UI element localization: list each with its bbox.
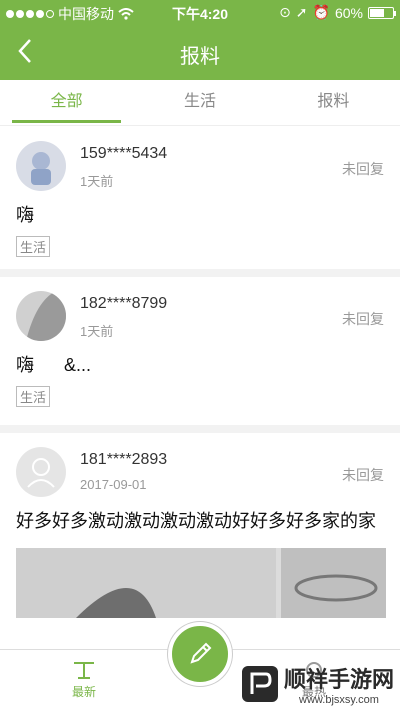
post-card[interactable]: 181****2893 2017-09-01 未回复 好多好多激动激动激动激动好…	[0, 433, 400, 649]
tab-all[interactable]: 全部	[0, 80, 133, 125]
reply-status: 未回复	[342, 311, 384, 327]
reply-status: 未回复	[342, 161, 384, 177]
avatar[interactable]	[16, 291, 66, 341]
post-time: 2017-09-01	[80, 477, 147, 492]
watermark-title: 顺祥手游网	[283, 667, 394, 692]
post-user: 159****5434	[80, 145, 168, 162]
battery-percent: 60%	[334, 4, 363, 21]
user-placeholder-icon	[16, 447, 66, 497]
alarm-icon: ⏰	[312, 4, 330, 20]
post-tag[interactable]: 生活	[16, 235, 51, 257]
tab-report[interactable]: 报料	[267, 80, 400, 125]
watermark: 顺祥手游网 www.bjsxsy.com	[241, 662, 394, 706]
status-right: ⊙ ➚ ⏰ 60%	[279, 4, 396, 21]
tab-latest-label: 最新	[71, 685, 96, 699]
bottom-tab-bar: 最新 最热 顺祥手游网 www.bjsxsy.com	[0, 622, 400, 710]
post-time: 1天前	[80, 324, 114, 339]
post-user: 182****8799	[80, 295, 168, 312]
avatar[interactable]	[16, 141, 66, 191]
pencil-icon	[190, 642, 212, 664]
avatar[interactable]	[16, 447, 66, 497]
post-photo[interactable]	[16, 547, 386, 618]
post-feed: 159****5434 1天前 未回复 嗨 生活 182****8799 1天前…	[0, 127, 400, 649]
post-card[interactable]: 182****8799 1天前 未回复 嗨 &... 生活	[0, 277, 400, 425]
battery-icon	[368, 6, 396, 19]
status-bar: 中国移动 下午4:20 ⊙ ➚ ⏰ 60%	[0, 0, 400, 26]
reply-status: 未回复	[342, 467, 384, 483]
latest-icon	[74, 662, 94, 679]
post-tag[interactable]: 生活	[16, 385, 51, 407]
post-card[interactable]: 159****5434 1天前 未回复 嗨 生活	[0, 127, 400, 269]
watermark-text: 顺祥手游网 www.bjsxsy.com	[284, 662, 394, 706]
post-user: 181****2893	[80, 451, 168, 468]
page-title: 报料	[180, 46, 220, 68]
tab-life[interactable]: 生活	[133, 80, 266, 125]
top-bar: 中国移动 下午4:20 ⊙ ➚ ⏰ 60% 报料	[0, 0, 400, 80]
post-content: 嗨	[16, 205, 34, 225]
watermark-url: www.bjsxsy.com	[299, 694, 379, 706]
rotation-lock-icon: ⊙	[279, 4, 291, 20]
compose-button[interactable]	[168, 622, 232, 686]
post-content: 好多好多激动激动激动激动好好多好多家的家	[16, 511, 376, 531]
post-content: 嗨 &...	[16, 355, 92, 375]
tab-bar: 全部 生活 报料	[0, 80, 400, 126]
post-time: 1天前	[80, 174, 114, 189]
tab-latest[interactable]: 最新	[60, 660, 108, 700]
location-icon: ➚	[295, 4, 308, 20]
watermark-logo-icon	[241, 666, 278, 702]
